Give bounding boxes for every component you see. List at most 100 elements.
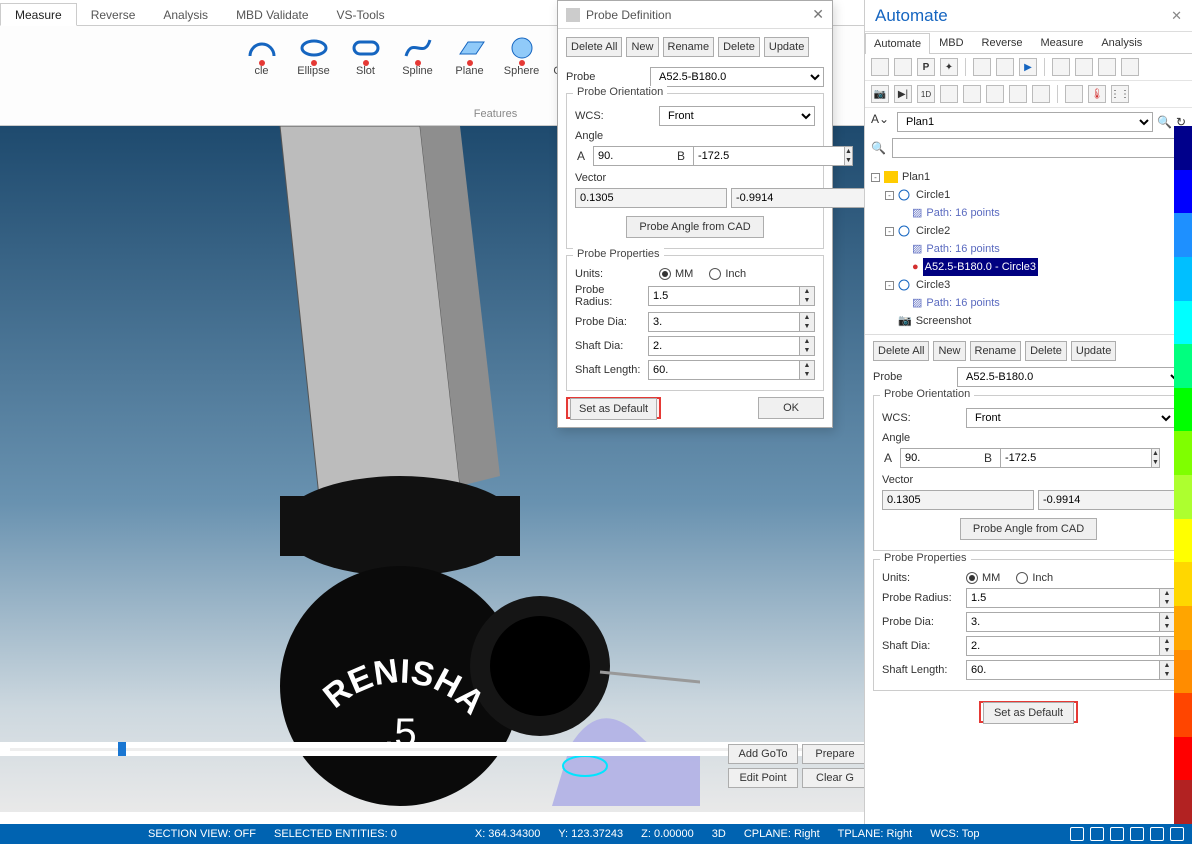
plan-dropdown[interactable]: Plan1 xyxy=(897,112,1153,132)
plan-tree[interactable]: -Plan1 -Circle1 ▨Path: 16 points -Circle… xyxy=(865,164,1192,335)
status-icon[interactable] xyxy=(1130,827,1144,841)
angle-b-input[interactable] xyxy=(693,146,844,166)
delete-button[interactable]: Delete xyxy=(1025,341,1067,361)
rename-button[interactable]: Rename xyxy=(970,341,1022,361)
feature-plane[interactable]: Plane xyxy=(447,30,493,77)
toolbar-icon[interactable] xyxy=(986,85,1004,103)
tab-measure[interactable]: Measure xyxy=(0,3,77,26)
dialog-icon xyxy=(566,8,580,22)
toolbar-icon[interactable]: ⋮⋮ xyxy=(1111,85,1129,103)
tab-automate[interactable]: Automate xyxy=(865,33,930,54)
delete-button[interactable]: Delete xyxy=(718,37,760,57)
tab-analysis[interactable]: Analysis xyxy=(149,4,222,25)
tab-mbd[interactable]: MBD xyxy=(930,32,972,53)
new-button[interactable]: New xyxy=(626,37,658,57)
path-icon: ▨ xyxy=(912,294,922,312)
toolbar-icon[interactable] xyxy=(973,58,991,76)
toolbar-icon[interactable] xyxy=(1009,85,1027,103)
toolbar-icon[interactable] xyxy=(1098,58,1116,76)
tab-mbd-validate[interactable]: MBD Validate xyxy=(222,4,322,25)
unit-mm-radio[interactable]: MM xyxy=(659,268,693,280)
set-default-button[interactable]: Set as Default xyxy=(570,398,657,420)
tab-measure[interactable]: Measure xyxy=(1032,32,1093,53)
ok-button[interactable]: OK xyxy=(758,397,824,419)
play-icon[interactable]: ▶ xyxy=(1019,58,1037,76)
toolbar-icon[interactable]: ▶| xyxy=(894,85,912,103)
wcs-dropdown[interactable]: Front xyxy=(966,408,1175,428)
feature-slot[interactable]: Slot xyxy=(343,30,389,77)
probe-dropdown[interactable]: A52.5-B180.0 xyxy=(957,367,1184,387)
shaft-len-label: Shaft Length: xyxy=(882,664,960,676)
shaft-len-input[interactable] xyxy=(966,660,1159,680)
status-icon[interactable] xyxy=(1110,827,1124,841)
rename-button[interactable]: Rename xyxy=(663,37,715,57)
prepare-button[interactable]: Prepare xyxy=(802,744,868,764)
search-icon[interactable]: 🔍 xyxy=(1157,115,1172,129)
toolbar-icon[interactable]: 🌡 xyxy=(1088,85,1106,103)
toolbar-icon[interactable] xyxy=(1121,58,1139,76)
status-mode: 3D xyxy=(712,828,726,840)
probe-angle-from-cad-button[interactable]: Probe Angle from CAD xyxy=(960,518,1097,540)
tab-vs-tools[interactable]: VS-Tools xyxy=(323,4,399,25)
wcs-dropdown[interactable]: Front xyxy=(659,106,815,126)
shaft-len-input[interactable] xyxy=(648,360,799,380)
toolbar-icon[interactable] xyxy=(1032,85,1050,103)
probe-dropdown[interactable]: A52.5-B180.0 xyxy=(650,67,824,87)
circle-icon xyxy=(898,225,912,237)
delete-all-button[interactable]: Delete All xyxy=(873,341,929,361)
toolbar-icon[interactable] xyxy=(940,85,958,103)
clear-button[interactable]: Clear G xyxy=(802,768,868,788)
shaft-dia-input[interactable] xyxy=(648,336,799,356)
toolbar-icon[interactable] xyxy=(963,85,981,103)
plan-icon[interactable]: A⌄ xyxy=(871,112,893,132)
close-icon[interactable]: ✕ xyxy=(812,6,824,23)
close-icon[interactable]: ✕ xyxy=(1171,8,1182,24)
toolbar-icon[interactable]: P xyxy=(917,58,935,76)
probe-angle-from-cad-button[interactable]: Probe Angle from CAD xyxy=(626,216,763,238)
probe-dia-label: Probe Dia: xyxy=(575,316,642,328)
feature-spline[interactable]: Spline xyxy=(395,30,441,77)
toolbar-icon[interactable]: 1D xyxy=(917,85,935,103)
delete-all-button[interactable]: Delete All xyxy=(566,37,622,57)
set-default-button[interactable]: Set as Default xyxy=(983,702,1074,724)
add-goto-button[interactable]: Add GoTo xyxy=(728,744,798,764)
probe-dia-input[interactable] xyxy=(648,312,799,332)
toolbar-icon[interactable]: ✦ xyxy=(940,58,958,76)
shaft-dia-label: Shaft Dia: xyxy=(882,640,960,652)
tab-reverse[interactable]: Reverse xyxy=(973,32,1032,53)
update-button[interactable]: Update xyxy=(1071,341,1116,361)
angle-b-input[interactable] xyxy=(1000,448,1151,468)
toolbar-icon[interactable]: 📷 xyxy=(871,85,889,103)
toolbar-icon[interactable] xyxy=(1065,85,1083,103)
unit-mm-radio[interactable]: MM xyxy=(966,572,1000,584)
tab-analysis[interactable]: Analysis xyxy=(1092,32,1151,53)
orientation-legend: Probe Orientation xyxy=(573,86,667,98)
edit-point-button[interactable]: Edit Point xyxy=(728,768,798,788)
feature-ellipse[interactable]: Ellipse xyxy=(291,30,337,77)
status-icon[interactable] xyxy=(1150,827,1164,841)
feature-sphere[interactable]: Sphere xyxy=(499,30,545,77)
probe-radius-input[interactable] xyxy=(648,286,799,306)
feature-arc[interactable]: cle xyxy=(239,30,285,77)
toolbar-icon[interactable] xyxy=(1075,58,1093,76)
toolbar-icon[interactable] xyxy=(894,58,912,76)
shaft-dia-label: Shaft Dia: xyxy=(575,340,642,352)
toolbar-icon[interactable] xyxy=(996,58,1014,76)
unit-inch-radio[interactable]: Inch xyxy=(1016,572,1053,584)
update-button[interactable]: Update xyxy=(764,37,809,57)
tab-reverse[interactable]: Reverse xyxy=(77,4,150,25)
tree-selected-node[interactable]: A52.5-B180.0 - Circle3 xyxy=(923,258,1038,276)
shaft-dia-input[interactable] xyxy=(966,636,1159,656)
status-icon[interactable] xyxy=(1170,827,1184,841)
status-icon[interactable] xyxy=(1090,827,1104,841)
new-button[interactable]: New xyxy=(933,341,965,361)
tree-search-input[interactable] xyxy=(892,138,1186,158)
unit-inch-radio[interactable]: Inch xyxy=(709,268,746,280)
toolbar-icon[interactable] xyxy=(871,58,889,76)
toolbar-icon[interactable] xyxy=(1052,58,1070,76)
probe-dia-input[interactable] xyxy=(966,612,1159,632)
timeline-marker[interactable] xyxy=(118,742,126,756)
status-icon[interactable] xyxy=(1070,827,1084,841)
probe-label: Probe xyxy=(873,371,951,383)
probe-radius-input[interactable] xyxy=(966,588,1159,608)
